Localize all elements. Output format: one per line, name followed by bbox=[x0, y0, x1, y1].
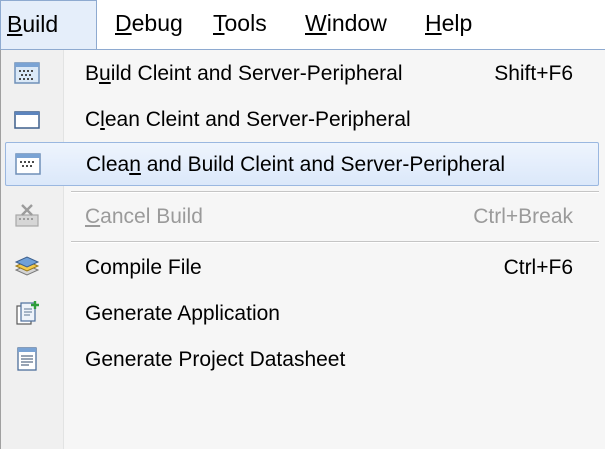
menu-item-label: Clean and Build Cleint and Server-Periph… bbox=[86, 153, 506, 176]
menu-debug[interactable]: Debug bbox=[115, 0, 183, 49]
shortcut-label: Ctrl+Break bbox=[473, 205, 573, 228]
menu-item-clean-and-build[interactable]: Clean and Build Cleint and Server-Periph… bbox=[5, 142, 599, 186]
datasheet-icon bbox=[13, 346, 41, 372]
menu-tools[interactable]: Tools bbox=[213, 0, 267, 49]
menu-item-generate-application[interactable]: Generate Application bbox=[1, 292, 599, 336]
shortcut-label: Shift+F6 bbox=[494, 62, 573, 85]
menu-item-clean[interactable]: Clean Cleint and Server-Peripheral bbox=[1, 98, 599, 142]
menu-item-build[interactable]: Build Cleint and Server-Peripheral Shift… bbox=[1, 52, 599, 96]
menu-window[interactable]: Window bbox=[305, 0, 387, 49]
compile-icon bbox=[13, 254, 41, 280]
cancel-build-icon bbox=[13, 203, 41, 229]
menu-item-label: Generate Project Datasheet bbox=[85, 348, 346, 371]
build-menu-dropdown: Build Cleint and Server-Peripheral Shift… bbox=[0, 49, 605, 449]
menu-item-label: Cancel Build bbox=[85, 205, 203, 228]
menu-item-label: Compile File bbox=[85, 256, 202, 279]
menu-item-label: Generate Application bbox=[85, 302, 280, 325]
menu-separator bbox=[71, 191, 599, 193]
menu-separator bbox=[71, 241, 599, 243]
menu-item-compile-file[interactable]: Compile File Ctrl+F6 bbox=[1, 246, 599, 290]
menu-build[interactable]: Build bbox=[0, 0, 97, 49]
menu-item-generate-project-datasheet[interactable]: Generate Project Datasheet bbox=[1, 338, 599, 382]
menu-item-cancel-build[interactable]: Cancel Build Ctrl+Break bbox=[1, 195, 599, 239]
shortcut-label: Ctrl+F6 bbox=[503, 256, 573, 279]
menu-bar: Build Debug Tools Window Help bbox=[0, 0, 605, 49]
build-icon bbox=[13, 60, 41, 86]
generate-application-icon bbox=[13, 300, 41, 326]
menu-item-label: Build Cleint and Server-Peripheral bbox=[85, 62, 403, 85]
menu-item-label: Clean Cleint and Server-Peripheral bbox=[85, 108, 411, 131]
clean-icon bbox=[13, 106, 41, 132]
clean-build-icon bbox=[14, 151, 42, 177]
menu-help[interactable]: Help bbox=[425, 0, 472, 49]
